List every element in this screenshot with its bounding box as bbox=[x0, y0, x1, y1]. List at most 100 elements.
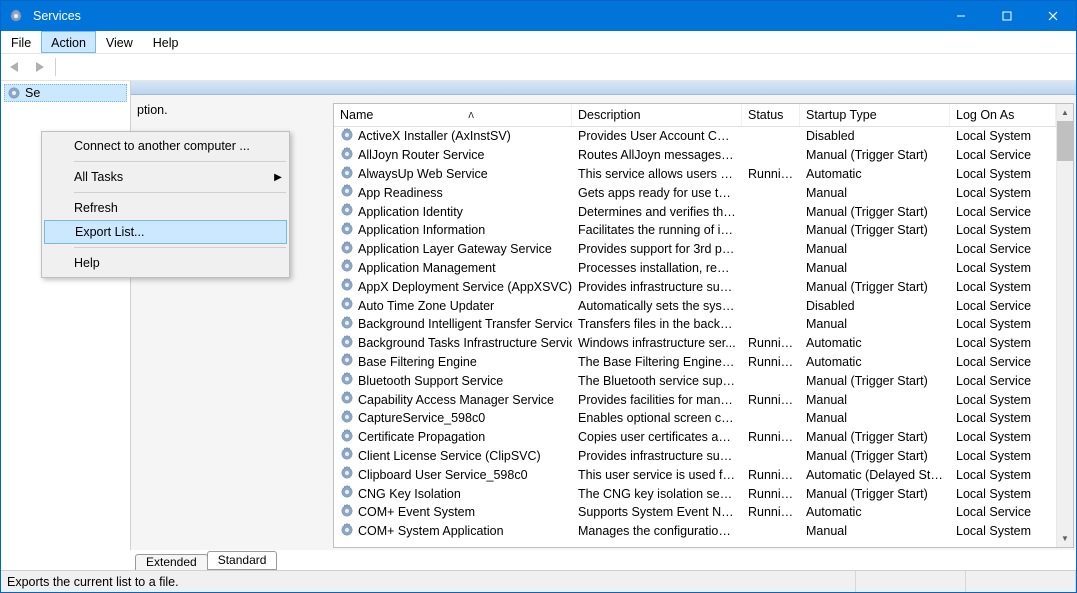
gear-icon bbox=[340, 335, 354, 352]
gear-icon bbox=[340, 466, 354, 483]
scroll-thumb[interactable] bbox=[1057, 121, 1073, 161]
col-startup[interactable]: Startup Type bbox=[800, 104, 950, 126]
cell-logon: Local System bbox=[950, 260, 1056, 276]
service-row[interactable]: Clipboard User Service_598c0This user se… bbox=[334, 465, 1056, 484]
service-row[interactable]: COM+ Event SystemSupports System Event N… bbox=[334, 503, 1056, 522]
cell-description: Supports System Event Noti... bbox=[572, 504, 742, 520]
cell-status bbox=[742, 135, 800, 137]
col-status[interactable]: Status bbox=[742, 104, 800, 126]
cell-description: Enables optional screen cap... bbox=[572, 410, 742, 426]
col-name[interactable]: Nameᐱ bbox=[334, 104, 572, 126]
menu-file[interactable]: File bbox=[1, 31, 41, 53]
service-row[interactable]: ActiveX Installer (AxInstSV)Provides Use… bbox=[334, 127, 1056, 146]
statusbar: Exports the current list to a file. bbox=[1, 570, 1076, 592]
gear-icon bbox=[340, 316, 354, 333]
service-row[interactable]: Base Filtering EngineThe Base Filtering … bbox=[334, 353, 1056, 372]
gear-icon bbox=[340, 147, 354, 164]
col-logon[interactable]: Log On As bbox=[950, 104, 1056, 126]
scroll-down-button[interactable]: ▼ bbox=[1057, 530, 1073, 547]
tree-root-label: Se bbox=[25, 86, 40, 100]
service-row[interactable]: AlwaysUp Web ServiceThis service allows … bbox=[334, 165, 1056, 184]
service-row[interactable]: Application Layer Gateway ServiceProvide… bbox=[334, 240, 1056, 259]
menu-item-export-list[interactable]: Export List... bbox=[44, 220, 287, 244]
submenu-arrow-icon: ▶ bbox=[269, 172, 287, 183]
forward-button[interactable] bbox=[29, 57, 49, 77]
gear-icon bbox=[340, 504, 354, 521]
cell-name: COM+ Event System bbox=[334, 503, 572, 522]
tab-extended[interactable]: Extended bbox=[135, 554, 208, 570]
cell-description: Provides User Account Con... bbox=[572, 128, 742, 144]
cell-startup: Manual (Trigger Start) bbox=[800, 204, 950, 220]
service-name: Application Identity bbox=[358, 205, 463, 219]
cell-name: Application Management bbox=[334, 258, 572, 277]
service-row[interactable]: AppX Deployment Service (AppXSVC)Provide… bbox=[334, 277, 1056, 296]
service-name: Background Tasks Infrastructure Service bbox=[358, 336, 572, 350]
action-menu-popup: Connect to another computer ... All Tasks… bbox=[41, 131, 290, 278]
menu-item-refresh[interactable]: Refresh bbox=[44, 196, 287, 220]
menu-help[interactable]: Help bbox=[143, 31, 189, 53]
cell-logon: Local System bbox=[950, 279, 1056, 295]
menu-item-all-tasks[interactable]: All Tasks▶ bbox=[44, 165, 287, 189]
service-row[interactable]: AllJoyn Router ServiceRoutes AllJoyn mes… bbox=[334, 146, 1056, 165]
cell-logon: Local Service bbox=[950, 147, 1056, 163]
service-row[interactable]: Application ManagementProcesses installa… bbox=[334, 259, 1056, 278]
tab-standard[interactable]: Standard bbox=[207, 551, 278, 570]
cell-logon: Local System bbox=[950, 448, 1056, 464]
menu-item-connect-to-another-computer[interactable]: Connect to another computer ... bbox=[44, 134, 287, 158]
cell-startup: Manual (Trigger Start) bbox=[800, 448, 950, 464]
cell-description: Automatically sets the syste... bbox=[572, 298, 742, 314]
gear-icon bbox=[340, 166, 354, 183]
service-row[interactable]: CaptureService_598c0Enables optional scr… bbox=[334, 409, 1056, 428]
grid-body[interactable]: ActiveX Installer (AxInstSV)Provides Use… bbox=[334, 127, 1056, 547]
service-name: Bluetooth Support Service bbox=[358, 374, 503, 388]
tree-root-item[interactable]: Se bbox=[4, 84, 127, 102]
window-controls bbox=[938, 1, 1076, 31]
menu-separator bbox=[74, 247, 286, 248]
service-row[interactable]: COM+ System ApplicationManages the confi… bbox=[334, 522, 1056, 541]
cell-status: Running bbox=[742, 467, 800, 483]
cell-name: Application Layer Gateway Service bbox=[334, 240, 572, 259]
cell-logon: Local System bbox=[950, 185, 1056, 201]
cell-name: CNG Key Isolation bbox=[334, 484, 572, 503]
scroll-up-button[interactable]: ▲ bbox=[1057, 104, 1073, 121]
service-name: COM+ System Application bbox=[358, 524, 504, 538]
menu-item-help[interactable]: Help bbox=[44, 251, 287, 275]
col-description[interactable]: Description bbox=[572, 104, 742, 126]
menu-view[interactable]: View bbox=[96, 31, 143, 53]
minimize-button[interactable] bbox=[938, 1, 984, 31]
grid-header: Nameᐱ Description Status Startup Type Lo… bbox=[334, 104, 1056, 127]
service-row[interactable]: Application InformationFacilitates the r… bbox=[334, 221, 1056, 240]
cell-name: AlwaysUp Web Service bbox=[334, 165, 572, 184]
back-button[interactable] bbox=[5, 57, 25, 77]
service-row[interactable]: Background Intelligent Transfer ServiceT… bbox=[334, 315, 1056, 334]
service-row[interactable]: Application IdentityDetermines and verif… bbox=[334, 202, 1056, 221]
service-name: Application Information bbox=[358, 223, 485, 237]
close-button[interactable] bbox=[1030, 1, 1076, 31]
service-row[interactable]: Auto Time Zone UpdaterAutomatically sets… bbox=[334, 296, 1056, 315]
cell-logon: Local System bbox=[950, 429, 1056, 445]
service-row[interactable]: Bluetooth Support Service The Bluetooth s… bbox=[334, 371, 1056, 390]
detail-description-fragment: ption. bbox=[137, 103, 168, 117]
service-row[interactable]: App ReadinessGets apps ready for use the… bbox=[334, 183, 1056, 202]
service-name: Client License Service (ClipSVC) bbox=[358, 449, 541, 463]
service-row[interactable]: Certificate PropagationCopies user certi… bbox=[334, 428, 1056, 447]
services-window: Services File Action View Help Connect t… bbox=[0, 0, 1077, 593]
cell-name: COM+ System Application bbox=[334, 522, 572, 541]
service-row[interactable]: Capability Access Manager ServiceProvide… bbox=[334, 390, 1056, 409]
content-area: Connect to another computer ... All Tasks… bbox=[1, 81, 1076, 570]
cell-status bbox=[742, 305, 800, 307]
cell-name: CaptureService_598c0 bbox=[334, 409, 572, 428]
cell-status: Running bbox=[742, 392, 800, 408]
menu-action[interactable]: Action bbox=[41, 31, 96, 53]
maximize-button[interactable] bbox=[984, 1, 1030, 31]
scroll-track[interactable] bbox=[1057, 161, 1073, 530]
cell-logon: Local Service bbox=[950, 373, 1056, 389]
cell-description: The Bluetooth service supp... bbox=[572, 373, 742, 389]
cell-description: Provides infrastructure sup... bbox=[572, 448, 742, 464]
cell-status bbox=[742, 530, 800, 532]
service-row[interactable]: Background Tasks Infrastructure ServiceW… bbox=[334, 334, 1056, 353]
service-row[interactable]: Client License Service (ClipSVC) Provides… bbox=[334, 447, 1056, 466]
service-row[interactable]: CNG Key IsolationThe CNG key isolation s… bbox=[334, 484, 1056, 503]
vertical-scrollbar[interactable]: ▲ ▼ bbox=[1056, 104, 1073, 547]
cell-status bbox=[742, 323, 800, 325]
